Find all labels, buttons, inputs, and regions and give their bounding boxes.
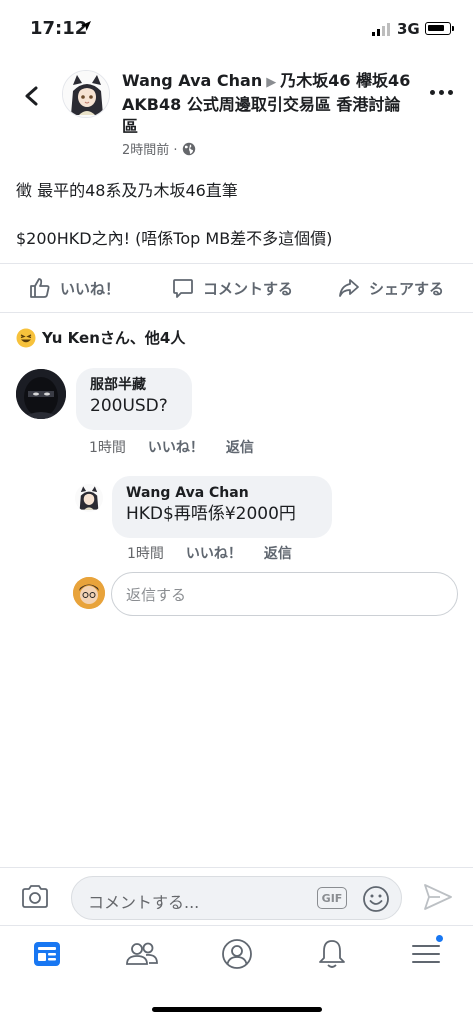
- tab-notifications-icon[interactable]: [314, 936, 350, 972]
- author-name[interactable]: Wang Ava Chan: [122, 71, 262, 90]
- like-button[interactable]: いいね！: [28, 276, 120, 300]
- share-icon: [339, 279, 359, 297]
- reply-text: HKD$再唔係¥2000円: [126, 504, 296, 524]
- reply-input[interactable]: 返信する: [111, 572, 458, 616]
- menu-notification-dot: [435, 934, 444, 943]
- sticker-smile-icon[interactable]: [362, 885, 390, 913]
- tab-friends-icon[interactable]: [124, 936, 160, 972]
- comment-reply-button[interactable]: 返信: [226, 437, 254, 457]
- post-header-title[interactable]: Wang Ava Chan ▶ 乃木坂46 欅坂46 AKB48 公式周邊取引交易區…: [122, 70, 412, 138]
- post-line: 徵 最平的48系及乃木坂46直筆: [16, 181, 238, 200]
- share-label: シェアする: [369, 279, 445, 298]
- network-type: 3G: [397, 20, 420, 38]
- comment-meta: 1時間 いいね！ 返信: [89, 437, 254, 457]
- comment-time: 1時間: [89, 440, 126, 456]
- tab-news-feed-icon[interactable]: [29, 936, 65, 972]
- thumbs-up-icon: [30, 278, 50, 298]
- reply-time: 1時間: [127, 546, 164, 562]
- comment-button[interactable]: コメントする: [171, 276, 293, 300]
- comment-label: コメントする: [203, 279, 294, 298]
- action-bar: いいね！ コメントする シェアする: [0, 263, 473, 313]
- post-line: $200HKD之內! (唔係Top MB差不多這個價): [16, 229, 333, 248]
- comment-composer: コメントする... GIF: [0, 867, 473, 925]
- reactions-text: Yu Kenさん、他4人: [42, 329, 186, 347]
- battery-icon: [425, 22, 454, 35]
- comment-like-button[interactable]: いいね！: [148, 437, 204, 457]
- reply-reply-button[interactable]: 返信: [264, 543, 292, 563]
- reply-author[interactable]: Wang Ava Chan: [126, 484, 318, 502]
- location-arrow-icon: [81, 21, 91, 31]
- comment-input-placeholder: コメントする...: [88, 893, 200, 912]
- reply-bubble: Wang Ava Chan HKD$再唔係¥2000円: [112, 476, 332, 538]
- status-bar: 17:12 3G: [0, 0, 473, 56]
- signal-icon: [372, 23, 390, 36]
- comment-icon: [173, 279, 193, 298]
- reply-input-placeholder: 返信する: [126, 585, 187, 604]
- group-arrow-icon: ▶: [266, 75, 277, 90]
- current-user-avatar: [73, 577, 105, 609]
- post-time: 2時間前 ·: [122, 143, 178, 158]
- send-icon[interactable]: [422, 882, 454, 912]
- poster-avatar[interactable]: [62, 70, 110, 118]
- like-label: いいね！: [60, 279, 121, 298]
- reply-author-avatar[interactable]: [75, 484, 103, 512]
- reply-meta: 1時間 いいね！ 返信: [127, 543, 292, 563]
- commenter-avatar[interactable]: [16, 369, 66, 419]
- reply-like-button[interactable]: いいね！: [186, 543, 242, 563]
- post-meta: 2時間前 ·: [122, 139, 196, 158]
- reactions-summary[interactable]: Yu Kenさん、他4人: [16, 327, 185, 348]
- laughing-emoji-icon: [16, 328, 36, 347]
- more-options-icon[interactable]: [430, 90, 453, 95]
- tab-bar: [0, 925, 473, 985]
- home-indicator: [152, 1007, 322, 1012]
- tab-profile-icon[interactable]: [219, 936, 255, 972]
- comment-author[interactable]: 服部半藏: [90, 376, 178, 394]
- share-button[interactable]: シェアする: [337, 276, 444, 300]
- comment-input[interactable]: コメントする... GIF: [71, 876, 402, 920]
- back-arrow-icon[interactable]: [18, 82, 46, 110]
- post-body: 徵 最平的48系及乃木坂46直筆 $200HKD之內! (唔係Top MB差不多…: [16, 180, 332, 276]
- camera-icon[interactable]: [20, 882, 50, 912]
- comment-text: 200USD?: [90, 396, 168, 416]
- gif-button[interactable]: GIF: [317, 887, 347, 909]
- comment-bubble: 服部半藏 200USD?: [76, 368, 192, 430]
- globe-icon: [182, 142, 195, 155]
- status-time: 17:12: [30, 18, 88, 39]
